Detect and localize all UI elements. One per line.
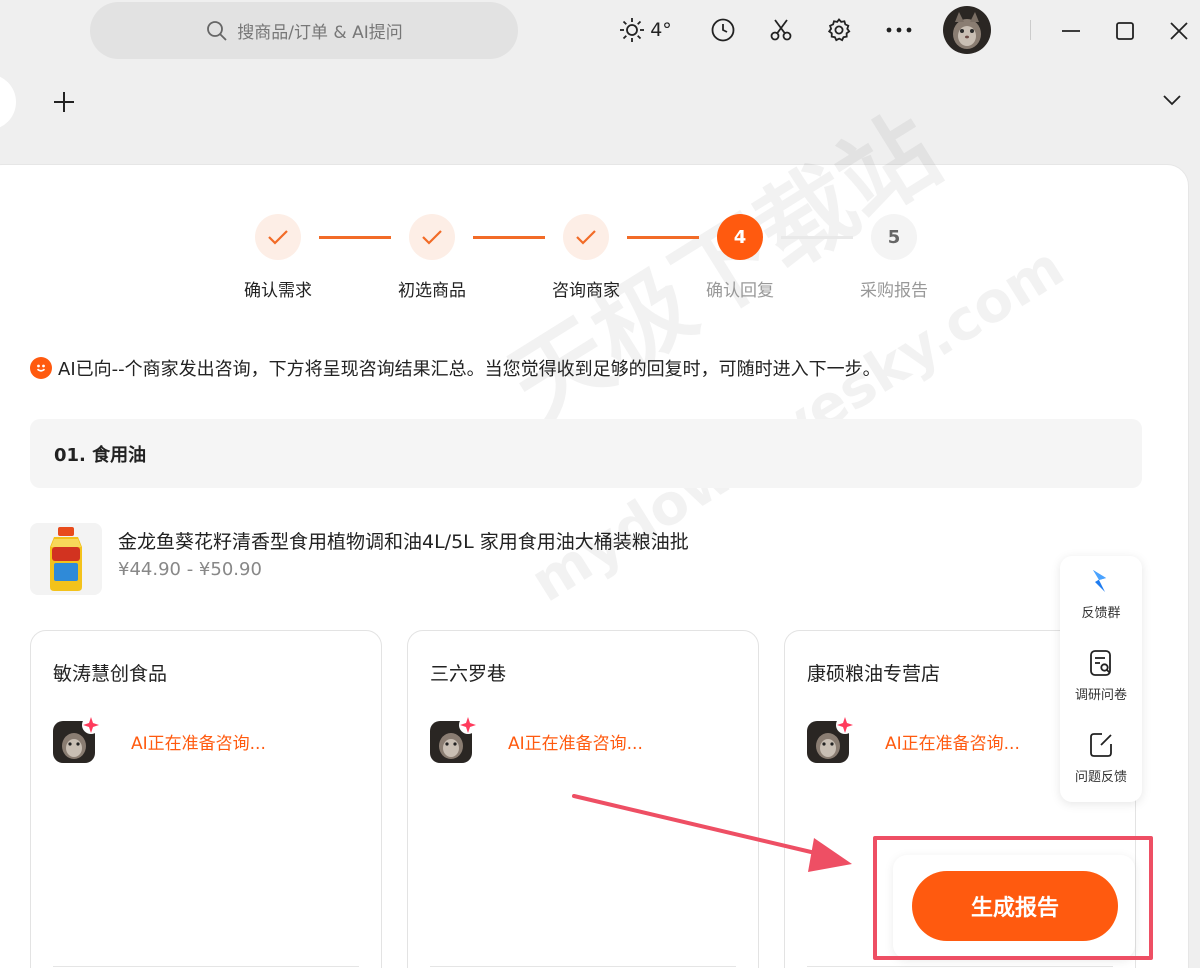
search-box[interactable]: 搜商品/订单 & AI提问 <box>90 2 518 59</box>
minimize-button[interactable] <box>1054 14 1088 48</box>
ai-notice: AI已向--个商家发出咨询，下方将呈现咨询结果汇总。当您觉得收到足够的回复时，可… <box>30 354 881 382</box>
feedback-group-label: 反馈群 <box>1081 606 1121 621</box>
tab-list-button[interactable] <box>1158 86 1186 114</box>
maximize-icon <box>1116 22 1134 40</box>
scissors-icon <box>770 19 792 41</box>
step-connector <box>627 236 699 239</box>
check-icon <box>268 230 288 245</box>
more-icon <box>886 27 912 33</box>
clock-icon <box>711 18 735 42</box>
annotation-arrow <box>572 794 852 872</box>
merchant-status: AI正在准备咨询... <box>131 734 266 754</box>
tab-active[interactable] <box>0 74 16 130</box>
step-2-label: 初选商品 <box>398 281 466 301</box>
survey-icon <box>1090 650 1111 676</box>
survey-button[interactable]: 调研问卷 <box>1060 640 1142 716</box>
settings-button[interactable] <box>824 14 854 46</box>
merchant-status: AI正在准备咨询... <box>885 734 1020 754</box>
new-tab-button[interactable] <box>48 86 80 118</box>
product-image[interactable] <box>30 523 102 595</box>
step-1-label: 确认需求 <box>244 281 312 301</box>
merchant-card[interactable]: 敏涛慧创食品 AI正在准备咨询... <box>30 630 382 968</box>
screenshot-button[interactable] <box>766 14 796 46</box>
survey-label: 调研问卷 <box>1074 688 1127 703</box>
product-title[interactable]: 金龙鱼葵花籽清香型食用植物调和油4L/5L 家用食用油大桶装粮油批 <box>118 527 689 554</box>
merchant-status: AI正在准备咨询... <box>508 734 643 754</box>
feedback-group-icon <box>1093 570 1106 592</box>
smile-icon <box>30 357 52 379</box>
minimize-icon <box>1062 30 1080 32</box>
gear-icon <box>827 18 851 42</box>
issue-feedback-label: 问题反馈 <box>1074 770 1127 785</box>
chevron-down-icon <box>1163 95 1181 106</box>
step-connector <box>781 236 853 239</box>
close-icon <box>1170 22 1188 40</box>
sparkle-badge-icon <box>459 716 477 734</box>
plus-icon <box>54 92 74 112</box>
issue-feedback-button[interactable]: 问题反馈 <box>1060 722 1142 798</box>
product-price: ¥44.90 - ¥50.90 <box>118 559 262 580</box>
close-button[interactable] <box>1162 14 1196 48</box>
step-2-circle <box>409 214 455 260</box>
merchant-name: 敏涛慧创食品 <box>53 663 168 685</box>
notice-text: AI已向--个商家发出咨询，下方将呈现咨询结果汇总。当您觉得收到足够的回复时，可… <box>58 359 881 380</box>
annotation-highlight-box <box>873 836 1153 960</box>
check-icon <box>422 230 442 245</box>
sun-icon <box>620 18 645 42</box>
maximize-button[interactable] <box>1108 14 1142 48</box>
step-5-circle: 5 <box>871 214 917 260</box>
titlebar-divider <box>1030 20 1031 40</box>
card-divider <box>807 966 1113 967</box>
search-placeholder: 搜商品/订单 & AI提问 <box>237 23 403 43</box>
sparkle-badge-icon <box>82 716 100 734</box>
merchant-avatar <box>807 716 854 763</box>
step-1-circle <box>255 214 301 260</box>
step-4-circle: 4 <box>717 214 763 260</box>
card-divider <box>53 966 359 967</box>
issue-feedback-icon <box>1090 733 1112 757</box>
merchant-avatar <box>430 716 477 763</box>
more-button[interactable] <box>882 14 916 46</box>
title-bar: 搜商品/订单 & AI提问 4° <box>0 0 1200 62</box>
sparkle-badge-icon <box>836 716 854 734</box>
weather-widget[interactable]: 4° <box>614 14 676 46</box>
step-5-label: 采购报告 <box>860 281 928 301</box>
card-divider <box>430 966 736 967</box>
category-header: 01. 食用油 <box>30 419 1142 488</box>
merchant-name: 三六罗巷 <box>430 663 507 685</box>
category-title: 01. 食用油 <box>54 444 147 466</box>
step-3-label: 咨询商家 <box>552 281 620 301</box>
check-icon <box>576 230 596 245</box>
step-3-circle <box>563 214 609 260</box>
merchant-avatar <box>53 716 100 763</box>
avatar[interactable] <box>943 6 991 54</box>
floating-toolbar: 反馈群 调研问卷 问题反馈 <box>1060 556 1142 802</box>
step-4-label: 确认回复 <box>706 281 774 301</box>
weather-temp: 4° <box>650 19 672 41</box>
merchant-name: 康硕粮油专营店 <box>807 663 941 685</box>
history-button[interactable] <box>708 14 738 46</box>
feedback-group-button[interactable]: 反馈群 <box>1060 558 1142 634</box>
search-icon <box>207 20 227 41</box>
step-connector <box>319 236 391 239</box>
step-connector <box>473 236 545 239</box>
